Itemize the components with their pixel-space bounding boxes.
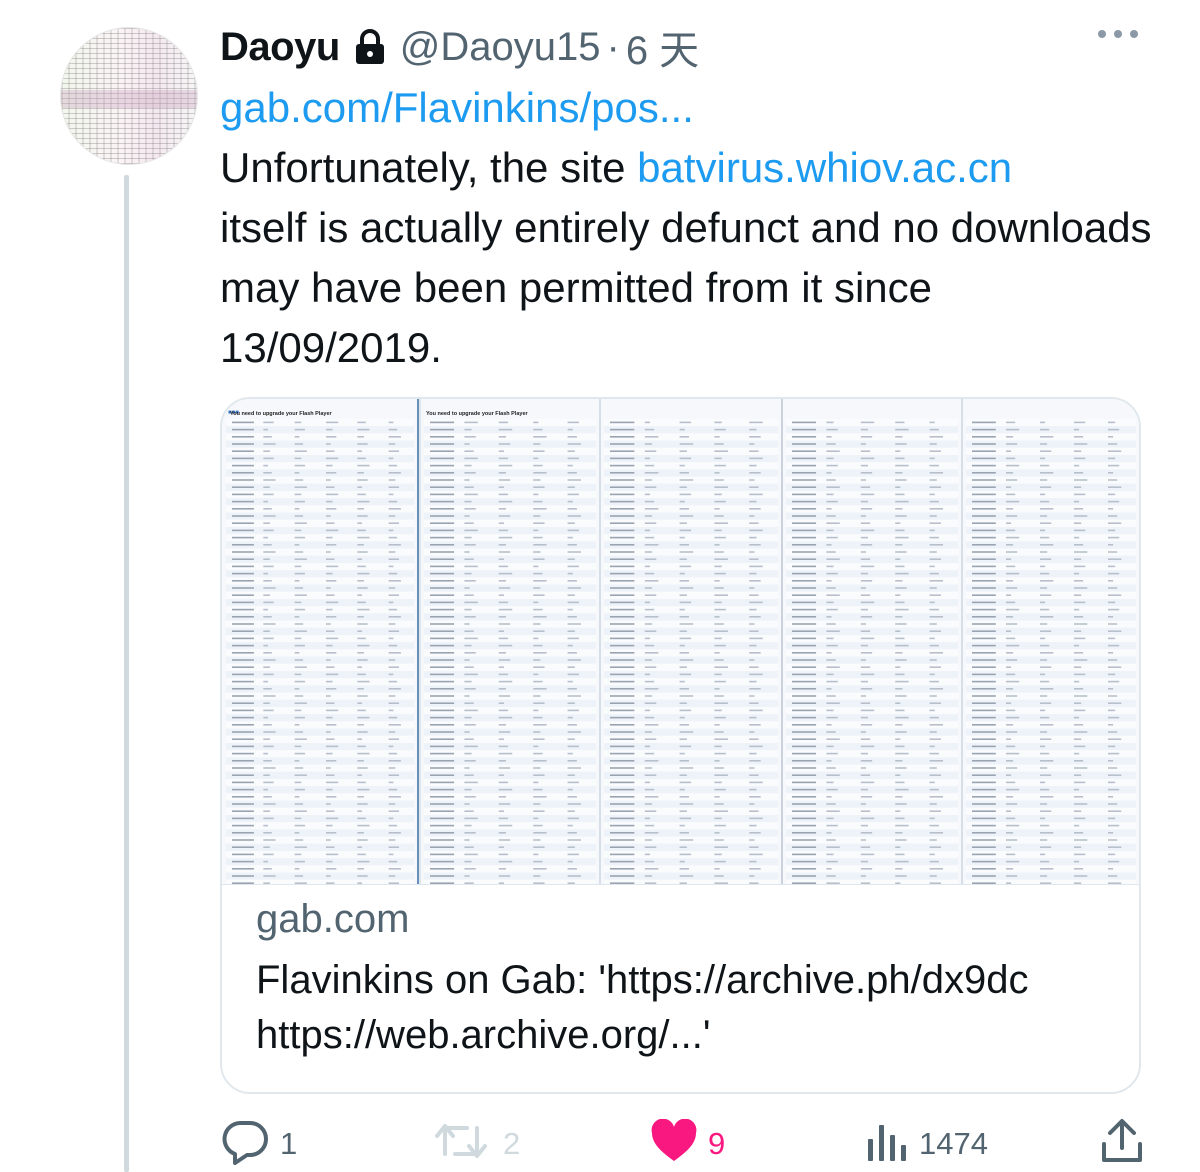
card-meta: gab.com Flavinkins on Gab: 'https://arch… <box>222 884 1139 1092</box>
like-button[interactable]: 9 <box>650 1115 725 1172</box>
card-domain: gab.com <box>256 897 410 941</box>
reply-button[interactable]: 1 <box>220 1115 297 1172</box>
avatar[interactable] <box>60 27 198 165</box>
card-screenshot-image: ■■■ You need to upgrade your Flash Playe… <box>222 399 1139 887</box>
tweet-link-gab[interactable]: gab.com/Flavinkins/pos... <box>220 84 694 131</box>
reply-icon <box>220 1117 270 1170</box>
separator-dot: · <box>606 24 620 69</box>
more-icon[interactable] <box>1098 30 1138 38</box>
reply-count: 1 <box>280 1125 298 1161</box>
retweet-count: 2 <box>503 1125 521 1161</box>
views-icon <box>865 1119 909 1168</box>
view-count: 1474 <box>919 1125 988 1161</box>
tweet-actions: 1 2 9 1474 <box>220 1115 1142 1172</box>
tweet-link-batvirus[interactable]: batvirus.whiov.ac.cn <box>637 144 1012 191</box>
tweet-text: gab.com/Flavinkins/pos... Unfortunately,… <box>220 78 1160 378</box>
share-button[interactable] <box>1100 1115 1144 1172</box>
lock-icon <box>354 29 386 65</box>
like-count: 9 <box>708 1125 726 1161</box>
link-preview-card[interactable]: ■■■ You need to upgrade your Flash Playe… <box>220 397 1141 1094</box>
card-title: Flavinkins on Gab: 'https://archive.ph/d… <box>256 958 1029 1057</box>
heart-icon <box>650 1118 698 1168</box>
panel2-flash-banner: You need to upgrade your Flash Player <box>426 411 529 417</box>
tweet-timestamp[interactable]: 6 天 <box>626 18 699 76</box>
tweet-text-part2: itself is actually entirely defunct and … <box>220 204 1152 371</box>
panel1-flash-banner: You need to upgrade your Flash Player <box>230 411 333 417</box>
views-button[interactable]: 1474 <box>865 1115 988 1172</box>
retweet-button[interactable]: 2 <box>433 1115 520 1172</box>
author-name[interactable]: Daoyu <box>220 25 340 70</box>
tweet-text-part1: Unfortunately, the site <box>220 144 638 191</box>
author-handle[interactable]: @Daoyu15 <box>400 25 601 70</box>
share-icon <box>1100 1118 1144 1169</box>
retweet-icon <box>433 1118 493 1169</box>
thread-line <box>124 175 129 1172</box>
tweet-header: Daoyu @Daoyu15 · 6 天 <box>220 18 699 76</box>
